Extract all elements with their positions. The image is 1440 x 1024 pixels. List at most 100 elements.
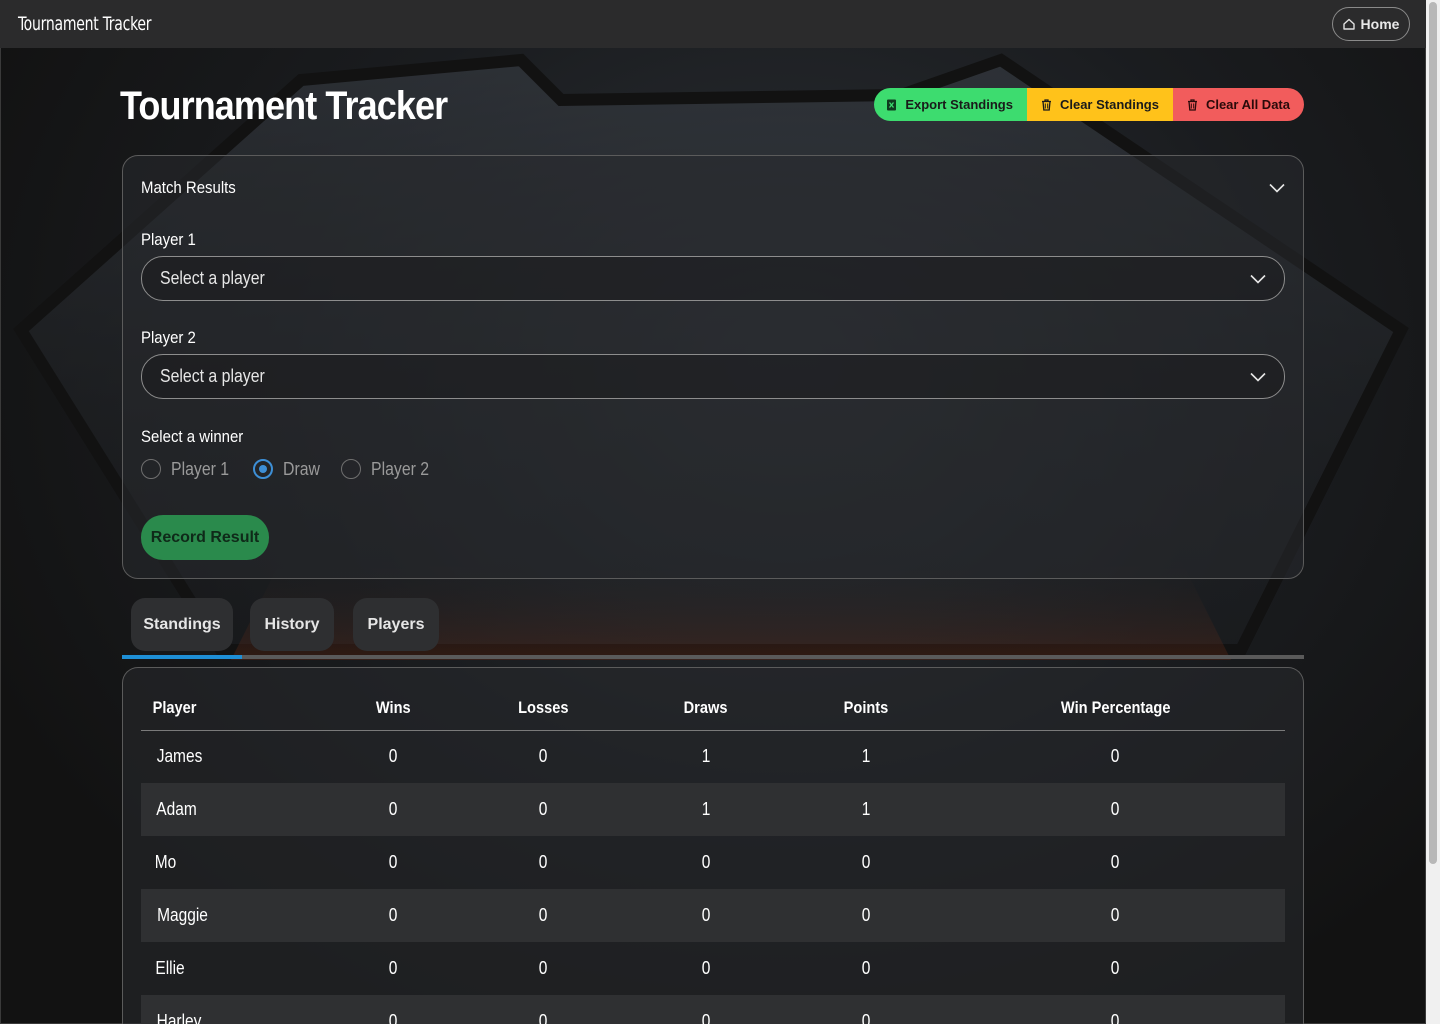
home-label: Home (1360, 16, 1400, 32)
match-results-title: Match Results (141, 178, 236, 197)
winner-label: Select a winner (141, 427, 244, 446)
winner-option-label: Draw (283, 458, 321, 479)
table-row: Mo 0 0 0 0 0 (141, 836, 1285, 889)
cell-player: Ellie (155, 958, 185, 978)
cell-points: 0 (861, 852, 871, 872)
standings-table: Player Wins Losses Draws Points Win Perc… (141, 686, 1285, 1024)
cell-losses: 0 (461, 995, 626, 1024)
tab-players[interactable]: Players (353, 598, 439, 651)
cell-losses: 0 (461, 889, 626, 942)
table-row: Adam 0 0 1 1 0 (141, 783, 1285, 836)
cell-player: Mo (154, 852, 177, 872)
tab-active-indicator (122, 655, 242, 659)
cell-points: 0 (786, 995, 946, 1024)
cell-wins: 0 (326, 783, 461, 836)
scrollbar-thumb[interactable] (1429, 2, 1437, 864)
cell-losses: 0 (461, 783, 626, 836)
radio-circle[interactable] (141, 459, 161, 479)
table-row: Harley 0 0 0 0 0 (141, 995, 1285, 1024)
cell-win-pct: 0 (1111, 746, 1120, 767)
chevron-down-icon[interactable] (1269, 183, 1285, 193)
standings-table-body: James 0 0 1 1 0 Adam 0 0 1 1 0 Mo 0 0 0 0 0 Maggie 0 0 0 0 0 Ell… (141, 730, 1285, 1024)
winner-radio-player1[interactable]: Player 1 (141, 459, 237, 480)
cell-wins: 0 (326, 889, 461, 942)
player2-label: Player 2 (141, 328, 196, 347)
player1-field: Player 1 Select a player (141, 230, 1285, 301)
cell-draws: 0 (701, 852, 711, 872)
clear-standings-button[interactable]: Clear Standings (1026, 88, 1173, 121)
table-header-row: Player Wins Losses Draws Points Win Perc… (141, 686, 1285, 731)
trash-icon (1187, 98, 1197, 111)
app-title: Tournament Tracker (18, 13, 152, 35)
clear-all-data-button[interactable]: Clear All Data (1172, 88, 1304, 121)
match-results-panel: Match Results Player 1 Select a player P… (122, 155, 1304, 579)
column-header-points[interactable]: Points (786, 686, 946, 731)
export-standings-label: Export Standings (905, 97, 1013, 112)
player2-select-value: Select a player (160, 366, 265, 386)
match-results-header[interactable]: Match Results (141, 156, 1285, 220)
cell-draws: 1 (626, 783, 786, 836)
cell-player: Maggie (141, 889, 326, 942)
cell-draws: 0 (626, 889, 786, 942)
cell-draws: 0 (626, 995, 786, 1024)
column-header-draws[interactable]: Draws (626, 686, 786, 731)
clear-all-data-label: Clear All Data (1205, 97, 1290, 112)
winner-radio-draw[interactable]: Draw (253, 459, 325, 480)
winner-radio-group: Player 1 Draw Player 2 (141, 457, 1285, 481)
cell-points: 1 (861, 746, 871, 767)
cell-wins: 0 (326, 995, 461, 1024)
player1-select[interactable]: Select a player (141, 256, 1285, 301)
cell-win-pct: 0 (1111, 958, 1120, 978)
winner-option-label: Player 1 (171, 458, 230, 479)
column-header-player[interactable]: Player (141, 686, 326, 731)
main-content: Tournament Tracker Export Standings Clea… (120, 48, 1304, 1024)
action-button-group: Export Standings Clear Standings Clear A… (874, 88, 1304, 121)
record-result-button[interactable]: Record Result (141, 515, 269, 560)
column-header-win-percentage[interactable]: Win Percentage (946, 686, 1285, 731)
winner-option-label: Player 2 (371, 458, 430, 479)
standings-panel: Player Wins Losses Draws Points Win Perc… (122, 667, 1304, 1024)
vertical-scrollbar[interactable] (1426, 0, 1440, 1024)
file-excel-icon (887, 99, 897, 110)
cell-win-pct: 0 (1111, 852, 1120, 872)
winner-radio-player2[interactable]: Player 2 (341, 459, 437, 480)
tab-bar: Standings History Players (122, 579, 1304, 667)
cell-points: 0 (861, 958, 871, 978)
clear-standings-label: Clear Standings (1059, 97, 1159, 112)
cell-losses: 0 (539, 746, 548, 767)
tab-standings[interactable]: Standings (131, 598, 233, 651)
cell-player: Harley (141, 995, 326, 1024)
top-bar: Tournament Tracker Home (0, 0, 1426, 48)
page-title: Tournament Tracker (120, 84, 448, 128)
cell-wins: 0 (389, 852, 398, 872)
trash-icon (1041, 98, 1051, 111)
tab-history[interactable]: History (250, 598, 334, 651)
export-standings-button[interactable]: Export Standings (874, 88, 1027, 121)
player1-select-value: Select a player (160, 268, 265, 288)
home-button[interactable]: Home (1332, 7, 1410, 41)
tab-track (122, 655, 1304, 659)
player2-select[interactable]: Select a player (141, 354, 1285, 399)
column-header-losses[interactable]: Losses (461, 686, 626, 731)
table-row: Maggie 0 0 0 0 0 (141, 889, 1285, 942)
player2-field: Player 2 Select a player (141, 328, 1285, 399)
cell-win-pct: 0 (946, 889, 1285, 942)
cell-player: James (156, 746, 203, 767)
cell-player: Adam (141, 783, 326, 836)
cell-wins: 0 (389, 958, 398, 978)
cell-points: 0 (786, 889, 946, 942)
home-icon (1342, 18, 1355, 30)
cell-win-pct: 0 (946, 995, 1285, 1024)
table-row: James 0 0 1 1 0 (141, 730, 1285, 783)
page-header: Tournament Tracker Export Standings Clea… (120, 48, 1304, 155)
radio-circle[interactable] (341, 459, 362, 479)
cell-draws: 1 (701, 746, 711, 767)
radio-circle-checked[interactable] (253, 459, 274, 479)
chevron-down-icon (1250, 274, 1266, 284)
chevron-down-icon (1250, 372, 1266, 382)
cell-draws: 0 (701, 958, 711, 978)
player1-label: Player 1 (141, 230, 196, 249)
winner-field: Select a winner Player 1 Draw Player 2 (141, 427, 1285, 481)
column-header-wins[interactable]: Wins (326, 686, 461, 731)
cell-points: 1 (786, 783, 946, 836)
